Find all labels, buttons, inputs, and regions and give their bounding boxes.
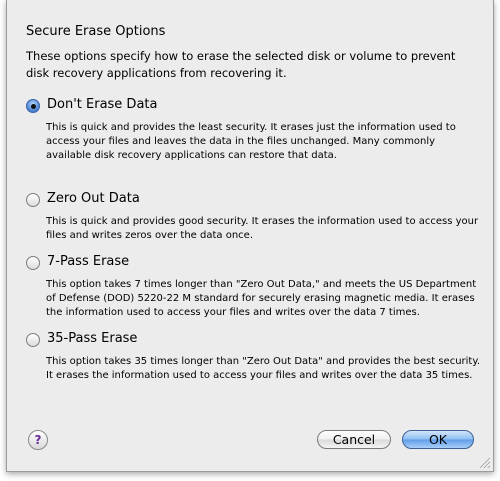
cancel-button[interactable]: Cancel xyxy=(317,430,391,449)
option-label-zero-out[interactable]: Zero Out Data xyxy=(47,191,140,206)
option-label-7-pass[interactable]: 7-Pass Erase xyxy=(47,254,129,269)
resize-grip-icon[interactable] xyxy=(480,458,490,468)
option-label-35-pass[interactable]: 35-Pass Erase xyxy=(47,331,137,346)
help-question-icon: ? xyxy=(34,433,42,447)
radio-dont-erase[interactable] xyxy=(26,99,40,113)
secure-erase-dialog: Secure Erase Options These options speci… xyxy=(6,0,494,472)
radio-35-pass[interactable] xyxy=(26,333,40,347)
dialog-intro-text: These options specify how to erase the s… xyxy=(26,49,456,80)
ok-button[interactable]: OK xyxy=(402,430,474,449)
option-label-dont-erase[interactable]: Don't Erase Data xyxy=(47,97,157,112)
radio-zero-out[interactable] xyxy=(26,193,40,207)
option-desc-zero-out: This is quick and provides good security… xyxy=(46,216,479,241)
help-button[interactable]: ? xyxy=(28,430,48,450)
option-desc-35-pass: This option takes 35 times longer than "… xyxy=(46,356,481,381)
radio-7-pass[interactable] xyxy=(26,256,40,270)
option-desc-7-pass: This option takes 7 times longer than "Z… xyxy=(46,279,477,318)
dialog-title: Secure Erase Options xyxy=(26,24,166,39)
option-desc-dont-erase: This is quick and provides the least sec… xyxy=(46,122,456,161)
